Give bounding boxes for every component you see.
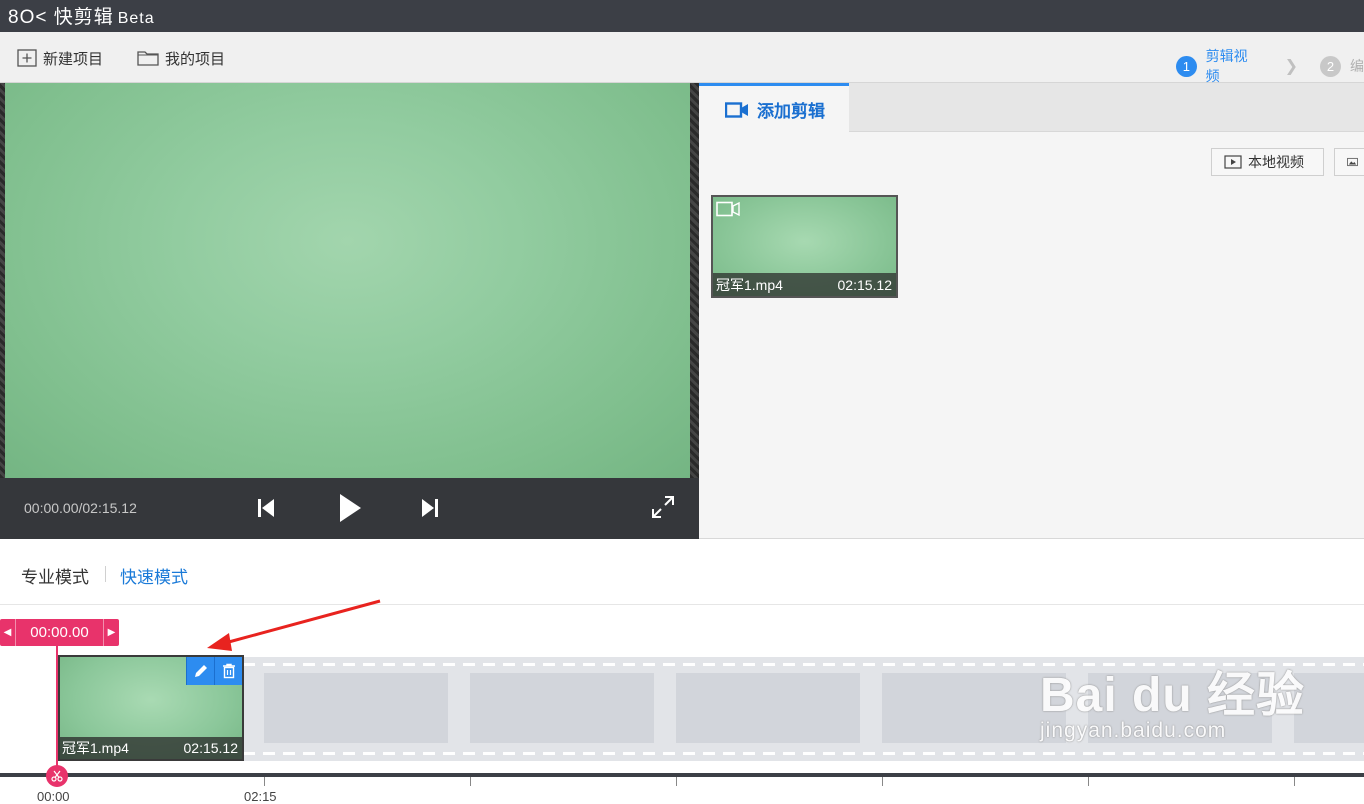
video-camera-icon (716, 201, 740, 217)
mode-pro-button[interactable]: 专业模式 (21, 563, 89, 588)
new-project-label: 新建项目 (43, 50, 104, 68)
film-perforation-bottom (243, 752, 1364, 755)
playhead-time: 00:00.00 (30, 624, 89, 641)
media-tab-bar: 添加剪辑 (699, 83, 1364, 133)
playhead-line[interactable] (56, 646, 58, 778)
skip-forward-icon[interactable] (421, 497, 439, 519)
playback-controls: 00:00.00/02:15.12 (0, 478, 699, 539)
step-label: 编 (1350, 58, 1364, 74)
timeline-clip[interactable]: 冠军1.mp4 02:15.12 (58, 655, 244, 761)
media-clip-thumbnail[interactable]: 冠军1.mp4 02:15.12 (711, 195, 898, 298)
media-clip-name: 冠军1.mp4 (716, 276, 783, 293)
empty-slot (470, 673, 654, 743)
ruler-label: 00:00 (37, 789, 70, 804)
tab-add-clip-label: 添加剪辑 (757, 102, 825, 121)
mode-fast-button[interactable]: 快速模式 (120, 563, 188, 588)
local-video-label: 本地视频 (1248, 154, 1304, 170)
plus-box-icon (17, 49, 37, 67)
play-icon[interactable] (338, 493, 362, 523)
step-indicator: 1 剪辑视频 ❯ 2 编 (1176, 46, 1364, 86)
playback-timecode: 00:00.00/02:15.12 (24, 500, 137, 516)
step-two[interactable]: 2 编 (1320, 55, 1364, 77)
ruler-tick (264, 777, 265, 786)
new-project-button[interactable]: 新建项目 (17, 48, 103, 68)
folder-icon (137, 51, 159, 66)
ruler-tick (1088, 777, 1089, 786)
image-icon (1347, 157, 1358, 167)
video-file-icon (1224, 155, 1242, 169)
media-clip-caption: 冠军1.mp4 02:15.12 (713, 273, 896, 296)
step-edit-video[interactable]: 1 剪辑视频 (1176, 46, 1261, 86)
baidu-watermark: Bai du 经验 jingyan.baidu.com (1040, 655, 1305, 743)
timeline-clip-duration: 02:15.12 (183, 740, 239, 756)
step-number: 2 (1320, 55, 1341, 77)
video-camera-icon (725, 101, 748, 118)
video-frame[interactable] (5, 83, 690, 478)
preview-border-right (690, 83, 699, 478)
app-logo-text: 8O< 快剪辑 (8, 7, 114, 28)
ruler-tick (470, 777, 471, 786)
fullscreen-icon[interactable] (651, 495, 675, 519)
my-projects-button[interactable]: 我的项目 (137, 48, 225, 68)
empty-slot (264, 673, 448, 743)
beta-label: Beta (117, 10, 155, 27)
timeline-clip-caption: 冠军1.mp4 02:15.12 (60, 737, 242, 759)
local-video-button[interactable]: 本地视频 (1211, 148, 1324, 176)
empty-slot (882, 673, 1066, 743)
watermark-logo: Bai du 经验 (1040, 669, 1306, 722)
scissors-icon (51, 770, 63, 782)
media-panel: 添加剪辑 本地视频 冠军1.mp4 02:15.12 (699, 83, 1364, 539)
mode-switcher: 专业模式 快速模式 (0, 539, 1364, 605)
clip-tools (186, 657, 242, 685)
my-projects-label: 我的项目 (165, 50, 226, 68)
local-image-button[interactable] (1334, 148, 1364, 176)
playhead-left-arrow[interactable]: ◀ (0, 619, 16, 646)
pencil-icon (194, 665, 207, 677)
ruler-tick (676, 777, 677, 786)
skip-back-icon[interactable] (257, 497, 275, 519)
video-preview-panel: 00:00.00/02:15.12 (0, 83, 699, 539)
playhead-time-tag[interactable]: ◀ 00:00.00 ▶ (0, 619, 119, 646)
app-logo: 8O< 快剪辑 Beta (8, 2, 155, 29)
ruler-tick (1294, 777, 1295, 786)
media-clip-duration: 02:15.12 (837, 276, 893, 293)
tab-add-clip[interactable]: 添加剪辑 (699, 83, 849, 133)
delete-clip-button[interactable] (214, 657, 242, 685)
ruler-tick (882, 777, 883, 786)
main-toolbar: 新建项目 我的项目 1 剪辑视频 ❯ 2 编 (0, 32, 1364, 86)
playhead-right-arrow[interactable]: ▶ (103, 619, 119, 646)
title-bar: 8O< 快剪辑 Beta (0, 0, 1364, 32)
step-number: 1 (1176, 55, 1197, 77)
playhead-scissors-button[interactable] (46, 765, 68, 787)
edit-clip-button[interactable] (186, 657, 214, 685)
trash-icon (222, 663, 235, 679)
mode-divider (105, 566, 106, 582)
timeline-clip-name: 冠军1.mp4 (62, 740, 129, 756)
chevron-right-icon: ❯ (1284, 58, 1298, 75)
step-label: 剪辑视频 (1205, 48, 1248, 84)
empty-slot (676, 673, 860, 743)
timeline-ruler (0, 773, 1364, 777)
ruler-label: 02:15 (244, 789, 277, 804)
